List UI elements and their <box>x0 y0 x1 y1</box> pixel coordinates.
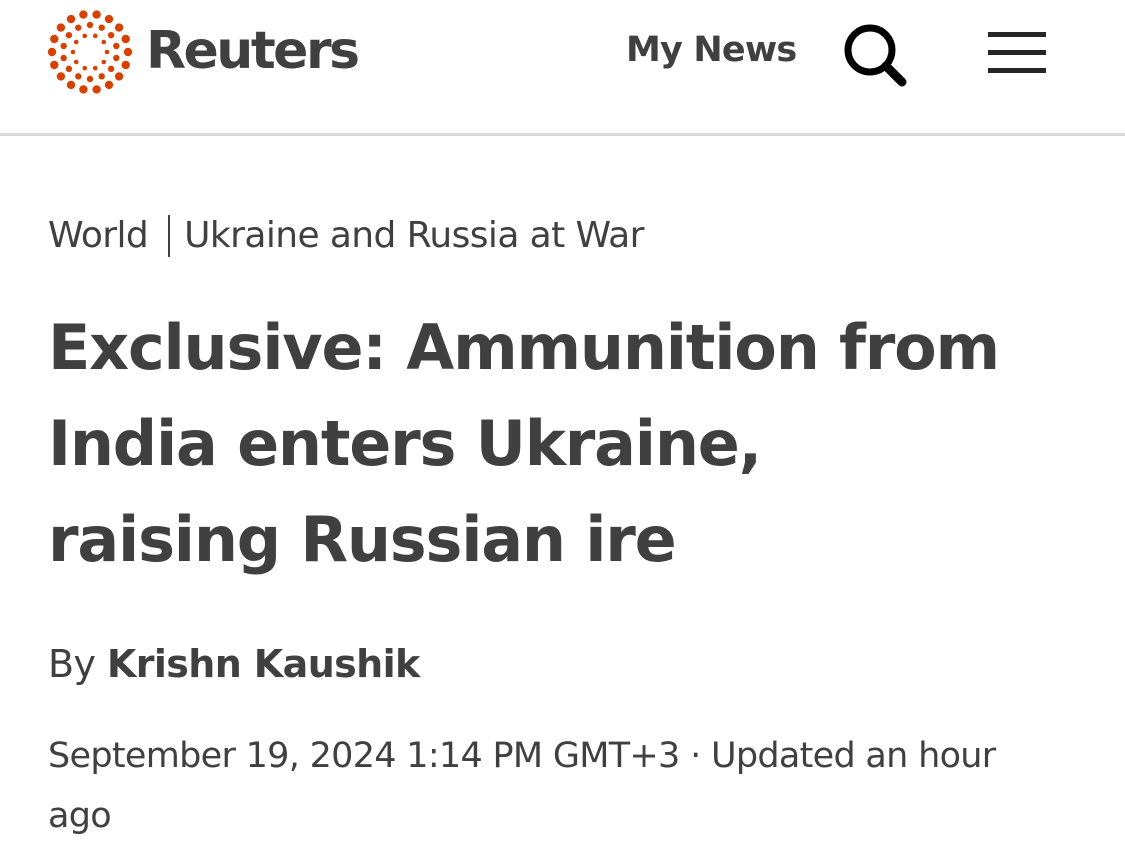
logo-dot <box>92 85 101 94</box>
logo-dot <box>92 33 98 39</box>
dateline-separator: · <box>690 736 701 776</box>
logo-dot <box>79 10 88 19</box>
logo-dot <box>73 59 79 65</box>
logo-dot <box>82 65 88 71</box>
logo-dot <box>50 34 59 44</box>
search-icon <box>844 24 907 87</box>
logo-dot <box>66 80 76 90</box>
logo-dot <box>121 34 130 44</box>
logo-dot <box>98 73 105 80</box>
logo-dot <box>66 14 76 24</box>
logo-dot <box>107 65 115 73</box>
logo-dot <box>113 42 120 50</box>
logo-dot <box>92 65 98 71</box>
logo-dot <box>47 47 57 57</box>
reuters-logo-icon <box>47 10 133 94</box>
published-time: September 19, 2024 1:14 PM GMT+3 <box>48 736 680 776</box>
logo-dot <box>82 33 88 39</box>
breadcrumb-topic-link[interactable]: Ukraine and Russia at War <box>184 212 644 260</box>
logo-dot <box>92 10 101 19</box>
logo-dot <box>79 85 88 94</box>
logo-dot <box>114 23 124 32</box>
logo-dot <box>114 72 124 81</box>
article-dateline: September 19, 2024 1:14 PM GMT+3 · Updat… <box>48 726 1048 846</box>
logo-dot <box>113 54 120 62</box>
reuters-logo[interactable]: Reuters <box>46 8 360 96</box>
logo-dot <box>104 80 114 90</box>
logo-dot <box>70 49 76 55</box>
author-link[interactable]: Krishn Kaushik <box>107 642 420 686</box>
logo-dot <box>60 54 67 62</box>
logo-dot <box>73 39 79 45</box>
logo-dot <box>123 47 133 57</box>
logo-dot <box>65 65 73 73</box>
logo-dot <box>56 72 66 81</box>
article-byline: By Krishn Kaushik <box>48 638 420 690</box>
logo-dot <box>65 31 73 39</box>
logo-dot <box>86 21 94 29</box>
logo-dot <box>107 31 115 39</box>
logo-dot <box>60 42 67 50</box>
logo-dot <box>104 14 114 24</box>
byline-prefix: By <box>48 642 96 686</box>
breadcrumb-section-link[interactable]: World <box>48 212 149 260</box>
search-button[interactable] <box>840 20 910 90</box>
logo-dot <box>121 60 130 70</box>
hamburger-menu-icon <box>988 32 1046 73</box>
site-header: Reuters My News <box>0 0 1125 136</box>
my-news-link[interactable]: My News <box>626 28 797 72</box>
article-headline: Exclusive: Ammunition from India enters … <box>48 311 1000 576</box>
logo-wordmark: Reuters <box>146 21 360 81</box>
logo-dot <box>86 75 94 83</box>
logo-dot <box>98 24 105 31</box>
breadcrumb-divider <box>168 215 171 257</box>
logo-dot <box>101 39 107 45</box>
logo-dot <box>75 73 82 80</box>
logo-dot <box>101 59 107 65</box>
menu-button[interactable] <box>986 28 1048 78</box>
logo-dot <box>75 24 82 31</box>
breadcrumb: World Ukraine and Russia at War <box>48 212 644 260</box>
logo-dot <box>104 49 110 55</box>
logo-dot <box>56 23 66 32</box>
logo-dot <box>50 60 59 70</box>
